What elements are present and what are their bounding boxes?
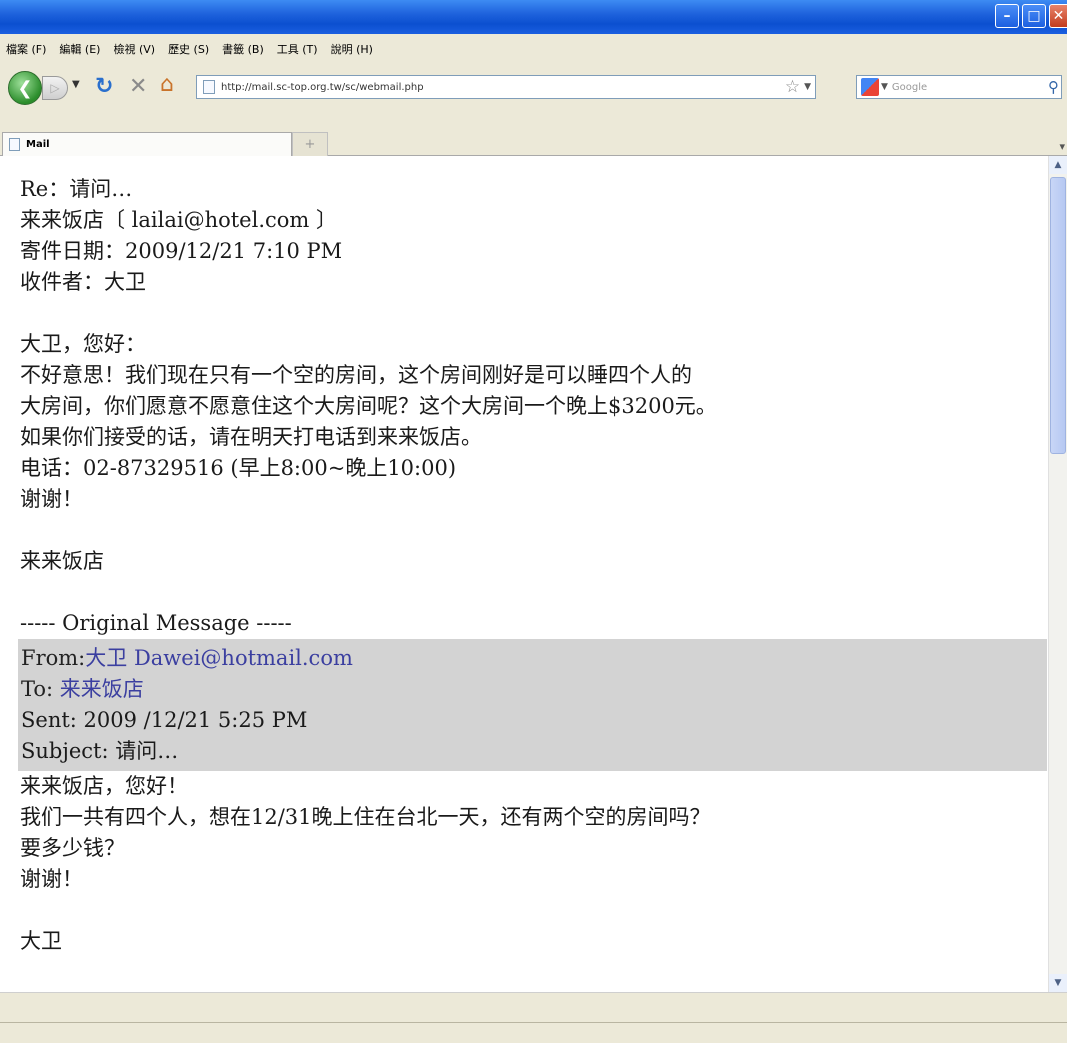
history-dropdown-icon[interactable]: ▼: [72, 79, 80, 90]
original-message-body: 来来饭店，您好！ 我们一共有四个人，想在12/31晚上住在台北一天，还有两个空的…: [0, 771, 1048, 957]
status-bar: [0, 1022, 1067, 1043]
stop-icon[interactable]: ✕: [129, 74, 147, 99]
maximize-button[interactable]: □: [1022, 4, 1046, 28]
menu-file[interactable]: 檔案 (F): [0, 41, 53, 57]
plus-icon: +: [304, 137, 316, 152]
address-bar[interactable]: http://mail.sc-top.org.tw/sc/webmail.php…: [196, 75, 816, 99]
minimize-button[interactable]: –: [995, 4, 1019, 28]
menu-help[interactable]: 說明 (H): [325, 41, 380, 57]
email-sender: 来来饭店〔 lailai@hotel.com 〕: [20, 208, 337, 232]
search-icon[interactable]: ⚲: [1048, 78, 1059, 96]
forward-arrow-icon: ▷: [50, 81, 60, 95]
url-dropdown-icon[interactable]: ▼: [804, 82, 811, 92]
to-link[interactable]: 来来饭店: [60, 677, 144, 701]
forward-button[interactable]: ▷: [42, 76, 68, 100]
page-icon: [9, 138, 20, 151]
reload-icon[interactable]: ↻: [95, 74, 113, 99]
original-message-header: From:大卫 Dawei@hotmail.com To: 来来饭店 Sent:…: [18, 639, 1047, 771]
body-line: 如果你们接受的话，请在明天打电话到来来饭店。: [20, 425, 482, 449]
google-icon[interactable]: [861, 78, 879, 96]
vertical-scrollbar[interactable]: ▲ ▼: [1048, 156, 1067, 992]
url-text[interactable]: http://mail.sc-top.org.tw/sc/webmail.php: [221, 82, 785, 93]
body-line: 谢谢！: [20, 487, 83, 511]
search-input[interactable]: Google: [892, 82, 1048, 93]
close-button[interactable]: ✕: [1049, 4, 1067, 28]
search-engine-dropdown-icon[interactable]: ▼: [881, 82, 888, 92]
menu-tools[interactable]: 工具 (T): [271, 41, 325, 57]
window-controls: – □ ✕: [995, 4, 1067, 30]
new-tab-button[interactable]: +: [292, 132, 328, 156]
scroll-up-icon[interactable]: ▲: [1049, 156, 1067, 174]
email-recipient: 收件者：大卫: [20, 270, 146, 294]
menu-edit[interactable]: 編輯 (E): [53, 41, 107, 57]
from-label: From:: [21, 646, 86, 670]
body-line: 谢谢！: [20, 867, 83, 891]
body-line: 大房间，你们愿意不愿意住这个大房间呢？这个大房间一个晚上$3200元。: [20, 394, 717, 418]
tab-list-icon[interactable]: ▾: [1059, 140, 1065, 153]
search-box[interactable]: ▼ Google ⚲: [856, 75, 1062, 99]
body-line: 我们一共有四个人，想在12/31晚上住在台北一天，还有两个空的房间吗？: [20, 805, 711, 829]
body-line: 电话：02-87329516 (早上8:00~晚上10:00): [20, 456, 457, 480]
email-view: Re：请问… 来来饭店〔 lailai@hotel.com 〕 寄件日期：200…: [0, 156, 1048, 992]
original-signature: 大卫: [20, 929, 62, 953]
back-arrow-icon: ❮: [17, 77, 33, 99]
tab-mail[interactable]: Mail: [2, 132, 292, 156]
from-email-link[interactable]: Dawei@hotmail.com: [134, 646, 353, 670]
scroll-down-icon[interactable]: ▼: [1049, 974, 1067, 992]
scroll-thumb[interactable]: [1050, 177, 1066, 454]
menu-view[interactable]: 檢視 (V): [107, 41, 162, 57]
menu-history[interactable]: 歷史 (S): [162, 41, 216, 57]
from-name-link[interactable]: 大卫: [85, 646, 127, 670]
menu-bookmarks[interactable]: 書籤 (B): [216, 41, 271, 57]
home-icon[interactable]: ⌂: [160, 72, 174, 97]
navigation-toolbar: ❮ ▷ ▼ ↻ ✕ ⌂ http://mail.sc-top.org.tw/sc…: [0, 64, 1067, 110]
tab-strip: Mail + ▾: [0, 110, 1067, 156]
email-subject: Re：请问…: [20, 177, 133, 201]
body-line: 来来饭店，您好！: [20, 774, 188, 798]
horizontal-scrollbar[interactable]: [0, 992, 1067, 1022]
body-line: 大卫，您好：: [20, 332, 146, 356]
body-line: 要多少钱？: [20, 836, 125, 860]
email-date: 寄件日期：2009/12/21 7:10 PM: [20, 239, 343, 263]
original-message-divider: ----- Original Message -----: [20, 611, 292, 635]
to-label: To:: [21, 677, 54, 701]
menu-bar: 檔案 (F) 編輯 (E) 檢視 (V) 歷史 (S) 書籤 (B) 工具 (T…: [0, 34, 1067, 64]
body-line: 不好意思！我们现在只有一个空的房间，这个房间刚好是可以睡四个人的: [20, 363, 692, 387]
email-signature: 来来饭店: [20, 549, 104, 573]
sent-line: Sent: 2009 /12/21 5:25 PM: [21, 708, 308, 732]
subject-line: Subject: 请问…: [21, 739, 179, 763]
email-header: Re：请问… 来来饭店〔 lailai@hotel.com 〕 寄件日期：200…: [0, 174, 1048, 298]
title-bar: – □ ✕: [0, 0, 1067, 34]
bookmark-star-icon[interactable]: ☆: [785, 77, 800, 97]
back-button[interactable]: ❮: [8, 71, 42, 105]
email-body: 大卫，您好： 不好意思！我们现在只有一个空的房间，这个房间刚好是可以睡四个人的 …: [0, 329, 1048, 639]
page-icon: [203, 80, 215, 94]
tab-label: Mail: [26, 139, 50, 150]
